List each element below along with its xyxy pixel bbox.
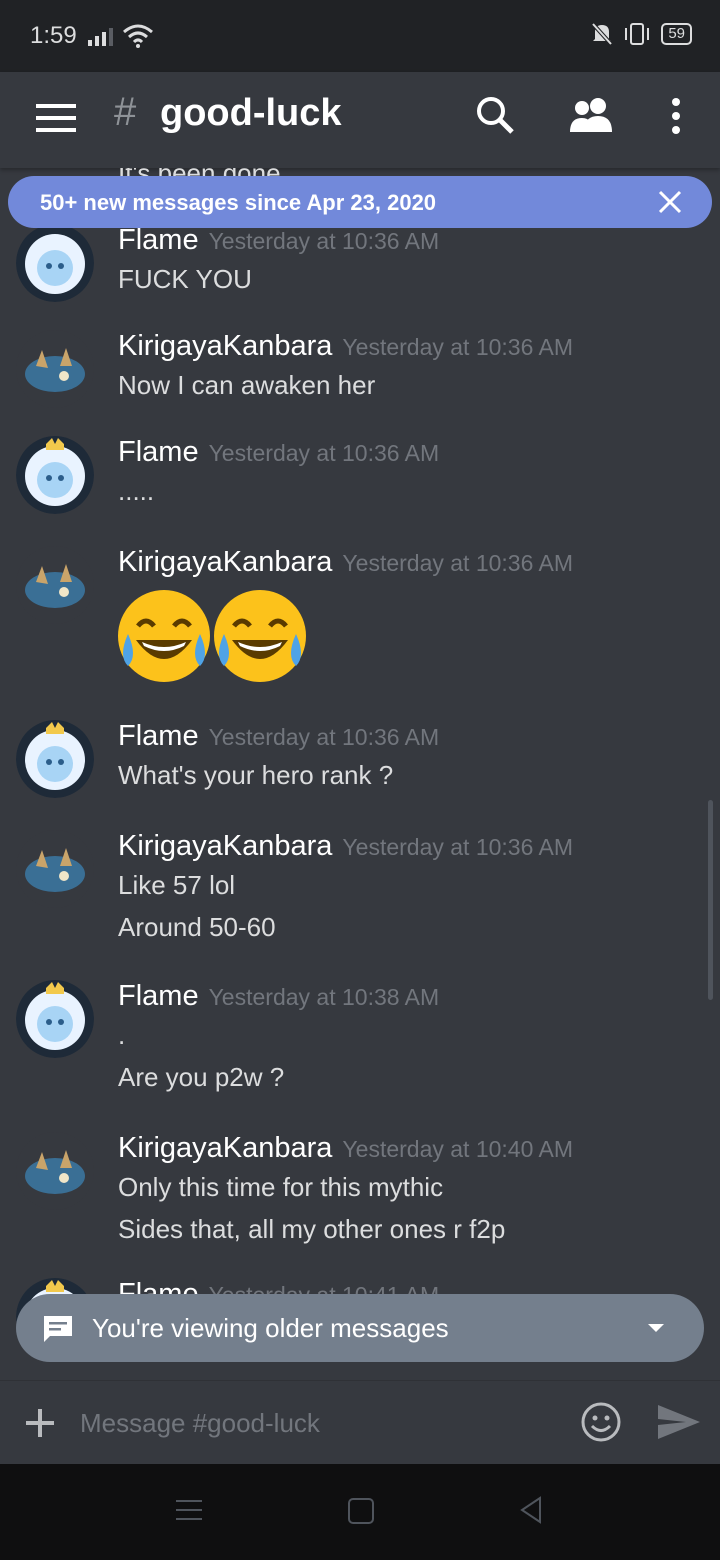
message-author[interactable]: Flame (118, 436, 199, 468)
message-timestamp: Yesterday at 10:40 AM (342, 1136, 574, 1162)
avatar[interactable] (16, 830, 94, 908)
message-text: Now I can awaken her (118, 370, 376, 400)
wifi-icon (123, 24, 153, 48)
message-text: Are you p2w ? (118, 1062, 285, 1092)
send-icon[interactable] (656, 1403, 702, 1441)
channel-title[interactable]: good-luck (160, 92, 342, 135)
channel-hash-icon: # (114, 90, 137, 134)
tears-of-joy-emoji-icon (214, 590, 306, 682)
more-options-icon[interactable] (664, 96, 688, 136)
tears-of-joy-emoji-icon (118, 590, 210, 682)
message-author[interactable]: KirigayaKanbara (118, 1132, 332, 1164)
avatar[interactable] (16, 720, 94, 798)
avatar[interactable] (16, 980, 94, 1058)
message-timestamp: Yesterday at 10:36 AM (208, 724, 440, 750)
message-author[interactable]: KirigayaKanbara (118, 830, 332, 862)
message-author[interactable]: KirigayaKanbara (118, 546, 332, 578)
vibrate-icon (625, 23, 650, 45)
message-text: Sides that, all my other ones r f2p (118, 1214, 506, 1244)
battery-indicator: 59 (661, 23, 692, 45)
plus-icon[interactable] (24, 1407, 56, 1439)
close-icon[interactable] (656, 188, 684, 216)
scrollbar[interactable] (708, 800, 713, 1000)
back-icon[interactable] (518, 1496, 544, 1524)
new-messages-text: 50+ new messages since Apr 23, 2020 (40, 190, 437, 215)
message-author[interactable]: Flame (118, 980, 199, 1012)
members-icon[interactable] (568, 96, 616, 136)
channel-header: # good-luck (0, 72, 720, 168)
system-navigation-bar (0, 1464, 720, 1560)
message-input[interactable] (78, 1399, 552, 1447)
message-composer (0, 1380, 720, 1465)
signal-icon (88, 28, 113, 46)
message-text: Around 50-60 (118, 912, 276, 942)
emoji-icon[interactable] (580, 1401, 622, 1443)
avatar[interactable] (16, 436, 94, 514)
home-icon[interactable] (348, 1498, 374, 1524)
message-timestamp: Yesterday at 10:38 AM (208, 984, 440, 1010)
recent-apps-icon[interactable] (176, 1498, 202, 1522)
message-timestamp: Yesterday at 10:36 AM (342, 550, 574, 576)
message-author[interactable]: Flame (118, 224, 199, 256)
chat-bubble-icon (44, 1316, 72, 1342)
mute-bell-icon (591, 22, 613, 46)
message-timestamp: Yesterday at 10:36 AM (208, 228, 440, 254)
chevron-down-icon[interactable] (648, 1324, 664, 1332)
older-messages-text: You're viewing older messages (92, 1313, 449, 1343)
message-text: Only this time for this mythic (118, 1172, 444, 1202)
message-author[interactable]: Flame (118, 720, 199, 752)
avatar[interactable] (16, 224, 94, 302)
search-icon[interactable] (474, 94, 518, 138)
message-text: ..... (118, 476, 155, 506)
message-list[interactable]: It's been done FlameYesterday at 10:36 A… (0, 168, 720, 1378)
message-author[interactable]: KirigayaKanbara (118, 330, 332, 362)
avatar[interactable] (16, 546, 94, 624)
message-timestamp: Yesterday at 10:36 AM (342, 834, 574, 860)
avatar[interactable] (16, 1132, 94, 1210)
message-text: . (118, 1020, 126, 1050)
message-timestamp: Yesterday at 10:36 AM (208, 440, 440, 466)
message-timestamp: Yesterday at 10:36 AM (342, 334, 574, 360)
message-text: Like 57 lol (118, 870, 236, 900)
status-bar: 1:59 59 (0, 0, 720, 72)
avatar[interactable] (16, 330, 94, 408)
menu-icon[interactable] (36, 98, 76, 138)
message-text: What's your hero rank ? (118, 760, 394, 790)
message-text: FUCK YOU (118, 264, 252, 294)
jump-to-present-bar[interactable]: You're viewing older messages (16, 1294, 704, 1362)
status-time: 1:59 (30, 22, 77, 49)
new-messages-banner[interactable]: 50+ new messages since Apr 23, 2020 (8, 176, 712, 228)
